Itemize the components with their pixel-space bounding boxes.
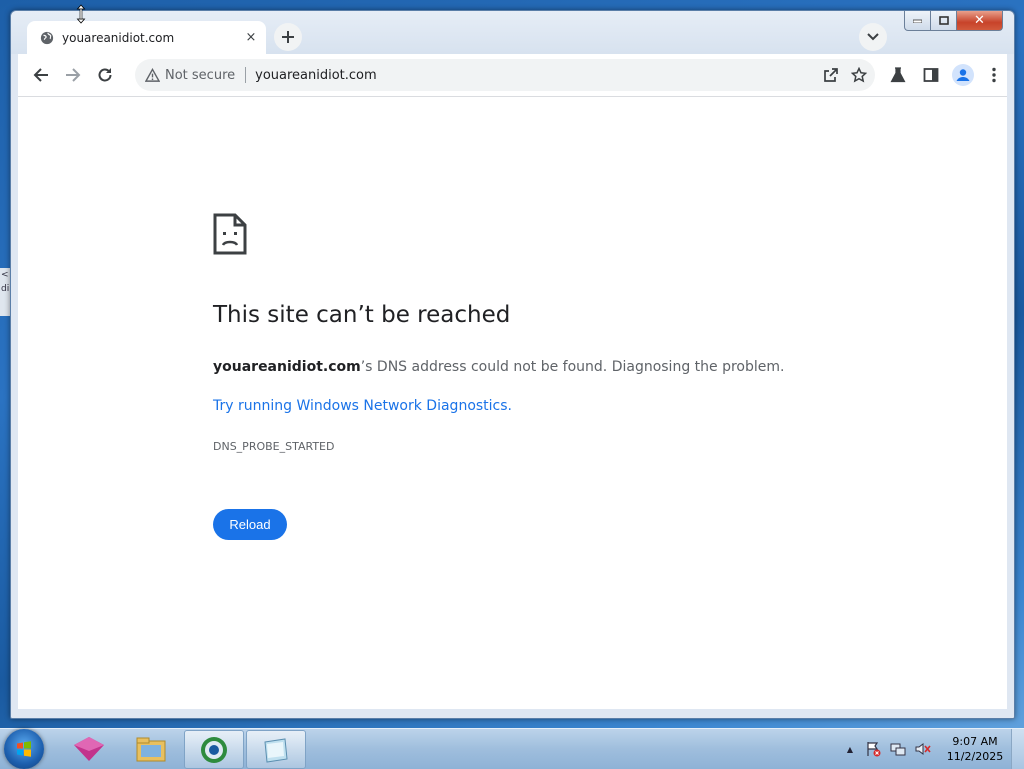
address-bar[interactable]: Not secure youareanidiot.com	[135, 59, 875, 91]
minimize-button[interactable]	[904, 11, 931, 31]
forward-button[interactable]	[59, 61, 87, 89]
security-label[interactable]: Not secure	[165, 68, 235, 83]
clock-date: 11/2/2025	[946, 750, 1004, 763]
browser-toolbar: Not secure youareanidiot.com	[18, 54, 1007, 97]
start-button[interactable]	[4, 729, 44, 769]
sad-page-icon	[213, 213, 247, 259]
reload-button[interactable]: Reload	[213, 509, 287, 540]
share-icon[interactable]	[819, 63, 843, 87]
clock-time: 9:07 AM	[952, 735, 998, 748]
browser-window: youareanidiot.com × ✕ Not secure youarea…	[10, 10, 1015, 719]
resize-cursor-icon	[76, 4, 86, 24]
error-message: youareanidiot.com’s DNS address could no…	[213, 359, 784, 375]
avatar-icon	[952, 64, 974, 86]
menu-button[interactable]	[980, 61, 1008, 89]
url-text[interactable]: youareanidiot.com	[255, 68, 819, 83]
plus-icon	[282, 31, 294, 43]
system-tray: ▲ 9:07 AM 11/2/2025	[847, 729, 1024, 769]
tab-close-icon[interactable]: ×	[242, 29, 260, 47]
globe-icon	[40, 31, 54, 45]
window-app-icon	[264, 737, 288, 763]
purple-cube-icon	[74, 736, 104, 761]
title-bar[interactable]: youareanidiot.com × ✕	[11, 11, 1014, 54]
taskbar-app-window[interactable]	[246, 730, 306, 769]
page-content: This site can’t be reached youareanidiot…	[18, 97, 1007, 709]
refresh-icon	[98, 68, 112, 82]
action-center-flag-icon[interactable]	[865, 741, 881, 757]
clock[interactable]: 9:07 AM 11/2/2025	[939, 734, 1011, 764]
back-button[interactable]	[27, 61, 55, 89]
taskbar-explorer[interactable]	[122, 730, 180, 767]
error-message-text: ’s DNS address could not be found. Diagn…	[360, 359, 785, 375]
close-window-button[interactable]: ✕	[957, 11, 1003, 31]
browser-globe-icon	[201, 736, 227, 763]
taskbar-browser[interactable]	[184, 730, 244, 769]
folder-icon	[136, 737, 166, 761]
chevron-down-icon	[867, 33, 879, 41]
flask-icon	[890, 67, 906, 83]
omnibox-divider	[245, 67, 247, 83]
close-icon: ✕	[974, 13, 985, 28]
show-desktop-button[interactable]	[1011, 729, 1024, 769]
kebab-menu-icon	[992, 67, 996, 83]
arrow-right-icon	[66, 68, 81, 82]
show-hidden-icons-arrow[interactable]: ▲	[847, 745, 853, 754]
minimize-icon	[913, 19, 922, 23]
profile-button[interactable]	[949, 61, 977, 89]
side-panel-button[interactable]	[917, 61, 945, 89]
volume-muted-icon[interactable]	[915, 741, 931, 757]
windows-logo-icon	[17, 741, 31, 757]
tab-active[interactable]: youareanidiot.com ×	[27, 21, 266, 54]
side-panel-icon	[923, 68, 939, 82]
reload-toolbar-button[interactable]	[91, 61, 119, 89]
error-domain: youareanidiot.com	[213, 359, 361, 375]
new-tab-button[interactable]	[274, 23, 302, 51]
labs-button[interactable]	[884, 61, 912, 89]
maximize-button[interactable]	[931, 11, 957, 31]
error-code: DNS_PROBE_STARTED	[213, 440, 335, 453]
tab-title: youareanidiot.com	[62, 30, 175, 45]
tab-search-button[interactable]	[859, 23, 887, 51]
maximize-icon	[938, 16, 949, 25]
error-heading: This site can’t be reached	[213, 302, 511, 328]
taskbar-app-cube[interactable]	[60, 730, 118, 767]
bookmark-star-icon[interactable]	[847, 63, 871, 87]
network-diagnostics-link[interactable]: Try running Windows Network Diagnostics.	[213, 398, 512, 414]
arrow-left-icon	[33, 68, 48, 82]
window-controls: ✕	[904, 11, 1003, 31]
warning-icon[interactable]	[145, 67, 160, 83]
network-icon[interactable]	[890, 741, 906, 757]
taskbar: ▲ 9:07 AM 11/2/2025	[0, 728, 1024, 769]
